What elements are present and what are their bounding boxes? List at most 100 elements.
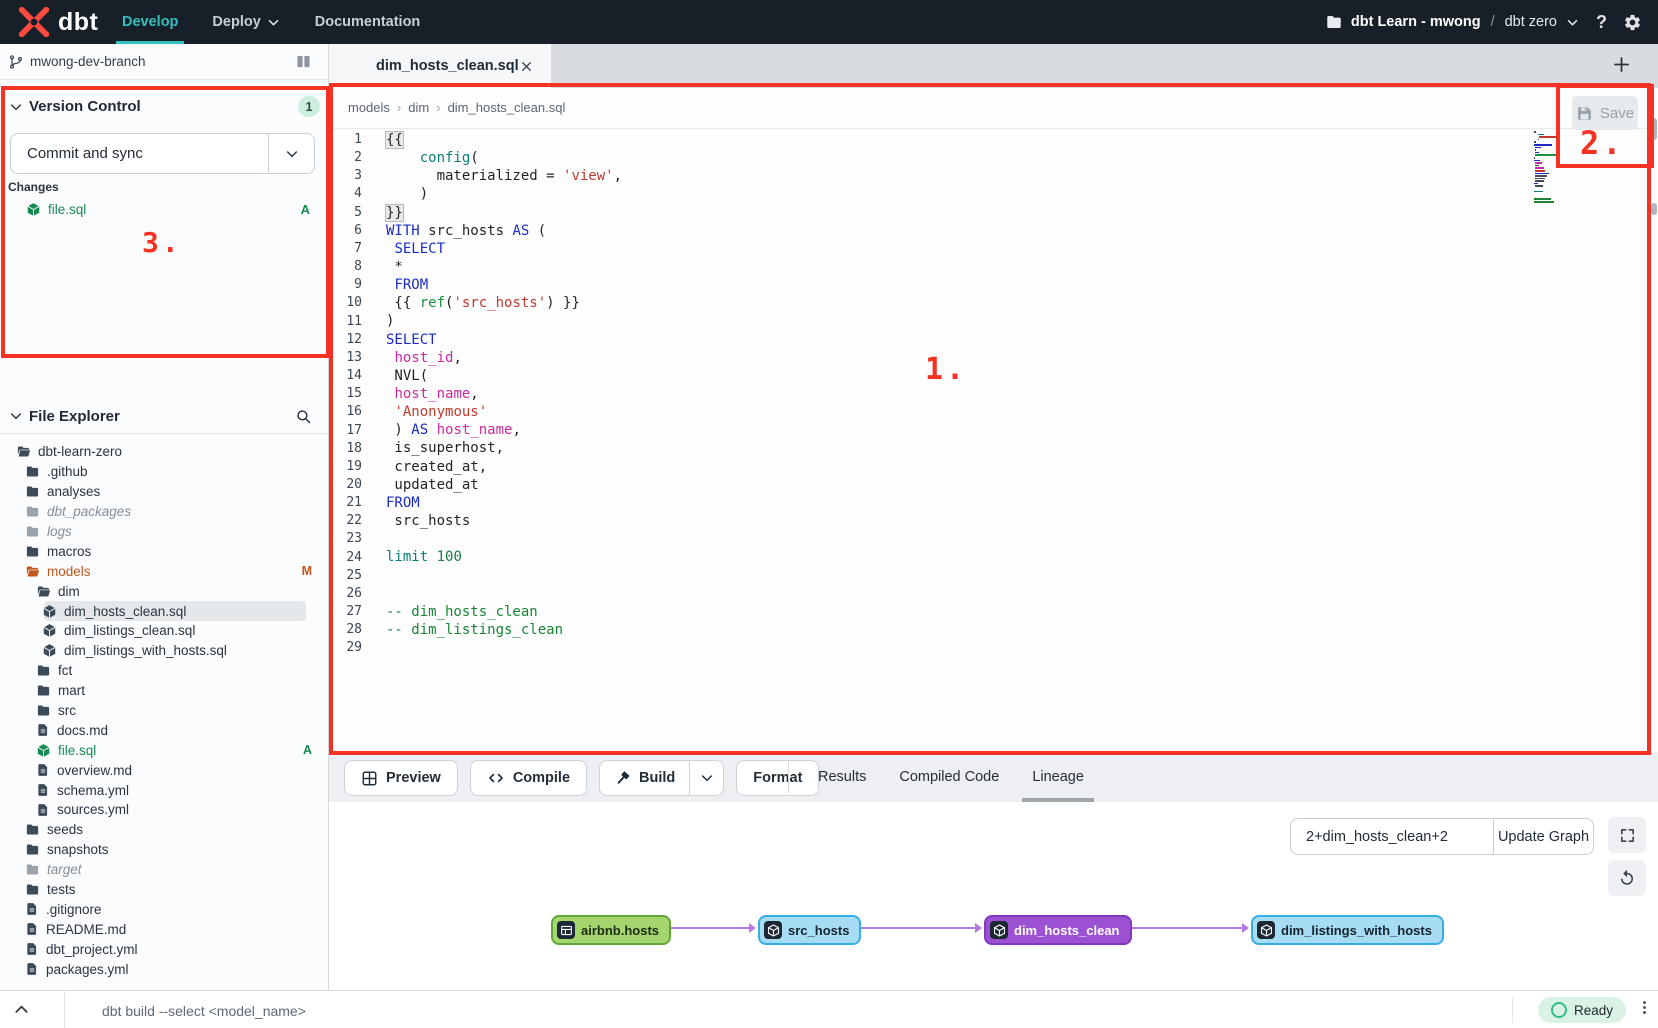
code-token[interactable]: -- dim_listings_clean (386, 622, 563, 638)
lineage-selector-input[interactable] (1291, 819, 1493, 854)
code-token[interactable]: ) (386, 313, 394, 329)
file-tree-item[interactable]: schema.yml (0, 780, 328, 800)
version-control-header[interactable]: Version Control 1 (8, 96, 320, 117)
preview-button[interactable]: Preview (344, 760, 458, 796)
code-token[interactable]: }} (386, 205, 403, 221)
build-button[interactable]: Build (600, 761, 689, 795)
code-line[interactable]: ) (386, 312, 622, 330)
nav-item-develop[interactable]: Develop (122, 0, 178, 44)
code-line[interactable]: ) AS host_name, (386, 421, 622, 439)
code-line[interactable]: is_superhost, (386, 439, 622, 457)
code-token[interactable]: {{ (386, 132, 403, 148)
file-tree-item[interactable]: packages.yml (0, 959, 328, 979)
commit-and-sync-button[interactable]: Commit and sync (10, 133, 315, 174)
tab-compiled-code[interactable]: Compiled Code (899, 752, 999, 802)
file-tree-item[interactable]: dim_listings_clean.sql (0, 621, 328, 641)
breadcrumb-item-file[interactable]: dim_hosts_clean.sql (448, 100, 566, 115)
chevron-up-icon[interactable] (12, 1000, 31, 1019)
breadcrumb-item-models[interactable]: models (348, 100, 390, 115)
changed-file-row[interactable]: file.sql A (0, 198, 328, 220)
code-line[interactable]: limit 100 (386, 548, 622, 566)
file-tree-item[interactable]: file.sqlA (0, 740, 328, 760)
code-token[interactable]: src_hosts (420, 223, 513, 239)
file-tree-item[interactable]: mart (0, 681, 328, 701)
code-line[interactable]: host_name, (386, 385, 622, 403)
file-tree-item[interactable]: target (0, 860, 328, 880)
code-token[interactable]: updated_at (386, 477, 479, 493)
tab-lineage[interactable]: Lineage (1032, 752, 1084, 802)
file-tree-item[interactable]: analyses (0, 482, 328, 502)
file-tree-item[interactable]: docs.md (0, 720, 328, 740)
code-token[interactable]: WITH (386, 223, 420, 239)
file-tree-item[interactable]: dim_listings_with_hosts.sql (0, 641, 328, 661)
save-button[interactable]: Save (1572, 96, 1638, 130)
file-explorer-header[interactable]: File Explorer (0, 399, 328, 434)
code-token[interactable]: NVL( (386, 368, 428, 384)
file-tree-item[interactable]: dbt_project.yml (0, 939, 328, 959)
file-tree-item[interactable]: dim_hosts_clean.sql (0, 601, 328, 621)
tab-results[interactable]: Results (818, 752, 866, 802)
code-line[interactable]: FROM (386, 494, 622, 512)
code-token[interactable]: materialized = (386, 168, 563, 184)
code-line[interactable] (386, 639, 622, 657)
code-token[interactable]: ) }} (546, 295, 580, 311)
code-token[interactable]: AS (512, 223, 529, 239)
lineage-node[interactable]: dim_listings_with_hosts (1251, 915, 1444, 945)
file-tree-item[interactable]: README.md (0, 919, 328, 939)
file-tree-item[interactable]: overview.md (0, 760, 328, 780)
kebab-menu-icon[interactable] (1636, 999, 1653, 1016)
nav-item-deploy[interactable]: Deploy (212, 0, 280, 44)
nav-item-documentation[interactable]: Documentation (315, 0, 421, 44)
code-token[interactable]: SELECT (394, 241, 445, 257)
code-line[interactable]: NVL( (386, 367, 622, 385)
split-view-icon[interactable] (295, 53, 312, 70)
build-options-button[interactable] (689, 761, 723, 795)
code-line[interactable]: src_hosts (386, 512, 622, 530)
code-token[interactable] (386, 150, 420, 166)
code-line[interactable] (386, 585, 622, 603)
code-token[interactable]: config (420, 150, 471, 166)
branch-selector[interactable]: mwong-dev-branch (0, 44, 328, 80)
command-input[interactable] (100, 997, 1484, 1025)
file-tree-item[interactable]: snapshots (0, 840, 328, 860)
code-line[interactable]: config( (386, 149, 622, 167)
minimap[interactable] (1534, 131, 1564, 206)
project-switcher[interactable]: dbt Learn - mwong / dbt zero (1325, 13, 1580, 31)
code-line[interactable]: -- dim_hosts_clean (386, 603, 622, 621)
file-tree-item[interactable]: tests (0, 880, 328, 900)
code-token[interactable]: ) (386, 422, 411, 438)
code-line[interactable]: SELECT (386, 240, 622, 258)
code-token[interactable] (428, 422, 436, 438)
code-token[interactable]: , (512, 422, 520, 438)
code-token[interactable]: created_at, (386, 459, 487, 475)
code-token[interactable]: , (453, 350, 461, 366)
code-line[interactable]: * (386, 258, 622, 276)
code-line[interactable]: 'Anonymous' (386, 403, 622, 421)
file-tree-item[interactable]: dbt-learn-zero (0, 442, 328, 462)
code-token[interactable]: src_hosts (386, 513, 470, 529)
file-tree-item[interactable]: src (0, 701, 328, 721)
code-token[interactable] (428, 549, 436, 565)
code-line[interactable]: ) (386, 185, 622, 203)
code-token[interactable]: AS (411, 422, 428, 438)
code-token[interactable]: -- dim_hosts_clean (386, 604, 538, 620)
search-icon[interactable] (295, 408, 312, 425)
file-tree-item[interactable]: .gitignore (0, 899, 328, 919)
lineage-node[interactable]: dim_hosts_clean (984, 915, 1132, 945)
code-token[interactable]: host_name (437, 422, 513, 438)
file-tree-item[interactable]: sources.yml (0, 800, 328, 820)
code-token[interactable]: FROM (386, 495, 420, 511)
code-line[interactable]: {{ (386, 131, 622, 149)
format-button[interactable]: Format (736, 760, 819, 796)
dbt-logo[interactable]: dbt (16, 4, 98, 40)
reset-graph-button[interactable] (1608, 860, 1646, 896)
code-line[interactable]: FROM (386, 276, 622, 294)
code-token[interactable]: host_id (394, 350, 453, 366)
fullscreen-button[interactable] (1608, 817, 1646, 853)
code-token[interactable]: , (470, 386, 478, 402)
file-tree-item[interactable]: dim (0, 581, 328, 601)
code-token[interactable]: is_superhost, (386, 440, 504, 456)
code-line[interactable]: created_at, (386, 458, 622, 476)
code-line[interactable]: WITH src_hosts AS ( (386, 222, 622, 240)
code-token[interactable]: ) (386, 186, 428, 202)
